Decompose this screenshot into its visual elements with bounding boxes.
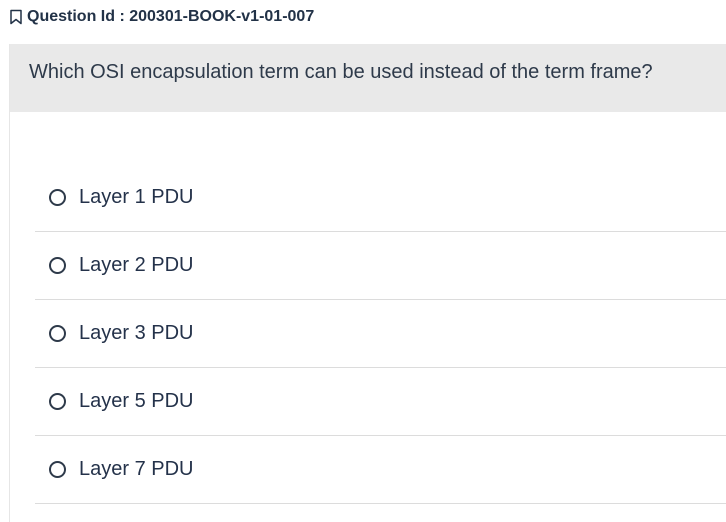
question-text: Which OSI encapsulation term can be used…	[29, 61, 653, 83]
question-id-row: Question Id : 200301-BOOK-v1-01-007	[9, 6, 314, 28]
answer-option[interactable]: Layer 1 PDU	[35, 164, 726, 232]
answer-option-label: Layer 2 PDU	[79, 254, 194, 276]
answer-option-label: Layer 7 PDU	[79, 458, 194, 480]
answer-option-label: Layer 5 PDU	[79, 390, 194, 412]
bookmark-icon[interactable]	[9, 9, 23, 25]
radio-button[interactable]	[49, 461, 66, 478]
answer-option-label: Layer 3 PDU	[79, 322, 194, 344]
question-box: Which OSI encapsulation term can be used…	[10, 44, 726, 112]
radio-button[interactable]	[49, 325, 66, 342]
answer-options: Layer 1 PDU Layer 2 PDU Layer 3 PDU Laye…	[35, 164, 726, 504]
question-card: Which OSI encapsulation term can be used…	[9, 44, 726, 522]
quiz-page: Question Id : 200301-BOOK-v1-01-007 Whic…	[0, 0, 726, 522]
answer-option-label: Layer 1 PDU	[79, 186, 194, 208]
answer-option[interactable]: Layer 2 PDU	[35, 232, 726, 300]
question-id-text: Question Id : 200301-BOOK-v1-01-007	[27, 8, 315, 25]
answer-option[interactable]: Layer 5 PDU	[35, 368, 726, 436]
answer-option[interactable]: Layer 3 PDU	[35, 300, 726, 368]
radio-button[interactable]	[49, 257, 66, 274]
answer-option[interactable]: Layer 7 PDU	[35, 436, 726, 504]
radio-button[interactable]	[49, 393, 66, 410]
radio-button[interactable]	[49, 189, 66, 206]
